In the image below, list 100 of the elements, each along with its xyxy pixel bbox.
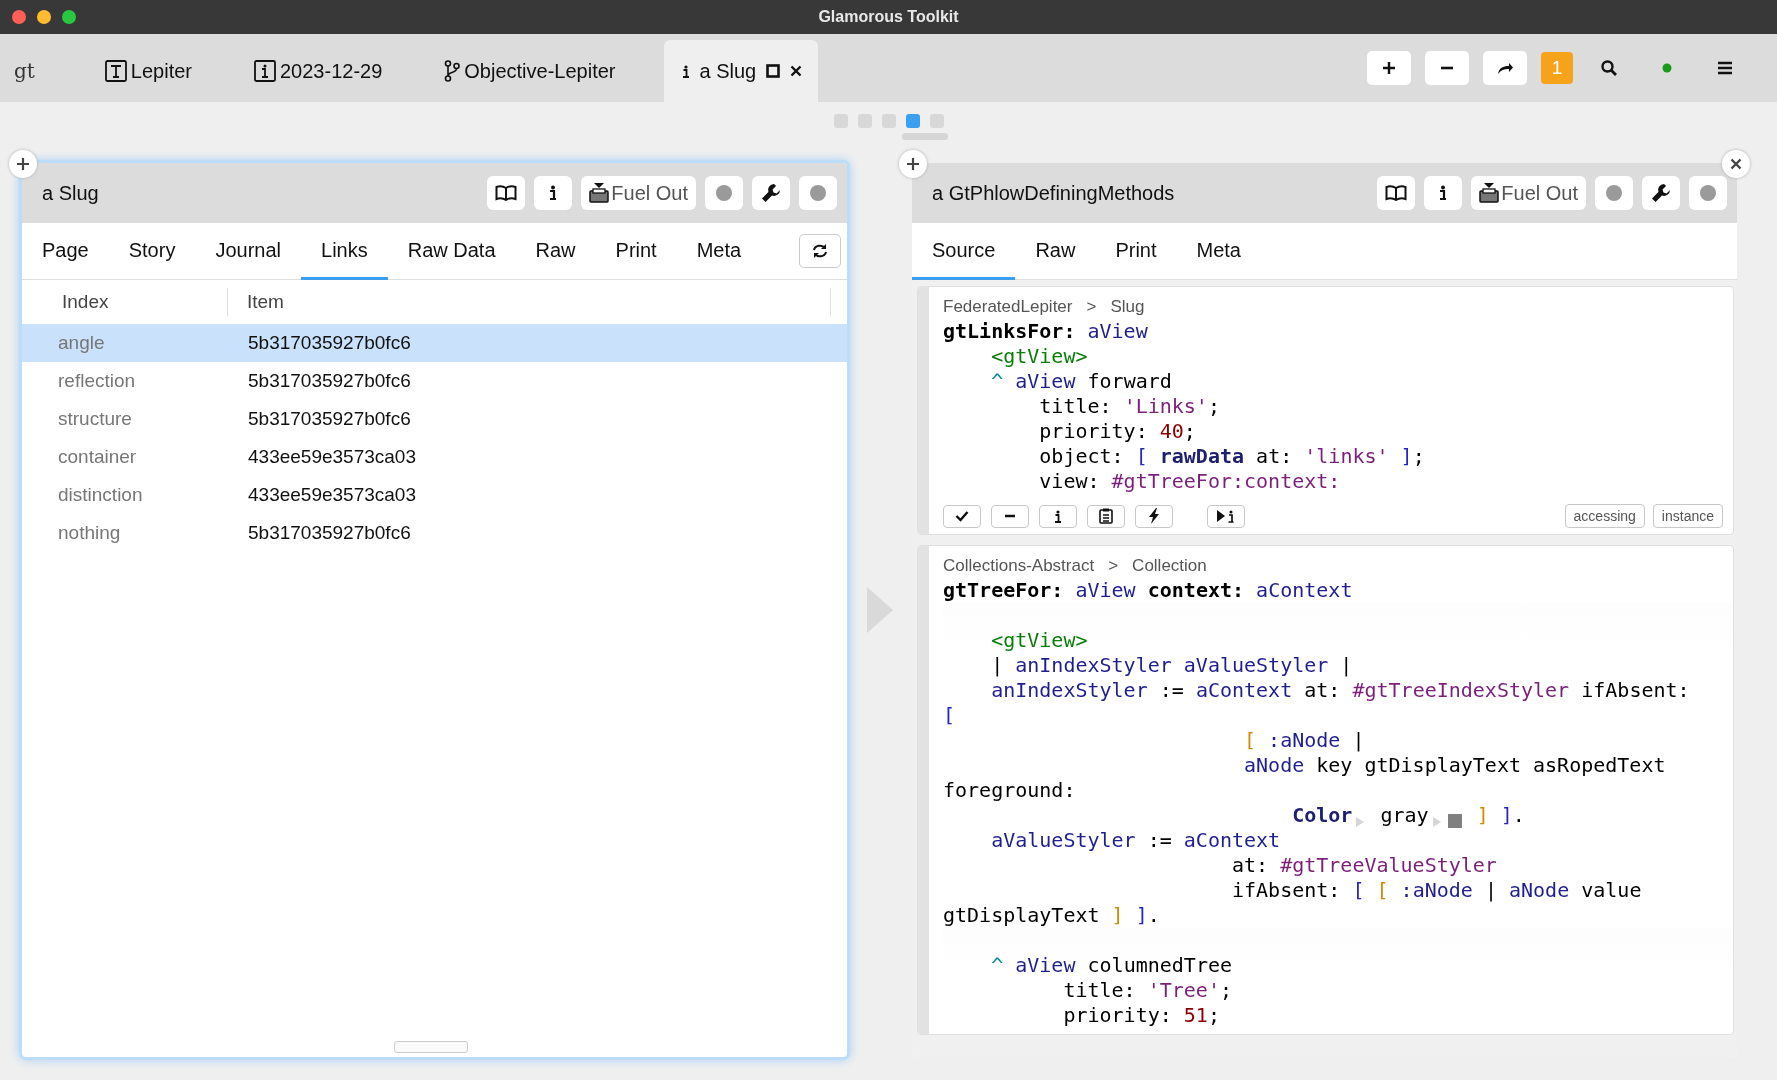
add-pane-button[interactable] [9,150,37,178]
view-tab[interactable]: Meta [676,223,762,280]
pane-title: a Slug [42,181,100,205]
code-line: priority: 51; [1062,1003,1221,1028]
book-icon [495,185,518,201]
branch-icon [444,60,461,82]
code-text: Color [1291,803,1353,828]
close-pane-button[interactable] [1722,150,1750,178]
close-icon[interactable] [790,65,803,77]
breadcrumb-separator: > [1108,556,1119,576]
wrench-button[interactable] [1642,176,1680,210]
code-line: foreground: [943,778,1077,803]
share-button[interactable] [1483,51,1527,85]
code-line: <gtView> [990,344,1089,369]
code-line: at: #gtTreeValueStyler [1231,853,1498,878]
view-tab[interactable]: Links [301,223,388,280]
circle-button[interactable] [1595,176,1633,210]
item-cell-text: 5b317035927b0fc6 [247,522,412,544]
view-tab[interactable]: Meta [1176,223,1261,280]
code-line: aValueStyler := aContext [990,828,1282,853]
table-row[interactable]: reflection 5b317035927b0fc6 [22,362,847,400]
tab[interactable]: Objective-Lepiter [430,40,630,102]
item-cell-text: 433ee59e3573ca03 [247,484,417,506]
logo-tab[interactable]: gt [0,40,57,102]
add-button[interactable] [1367,51,1411,85]
copy-button[interactable] [1087,504,1125,528]
item-cell-text: 5b317035927b0fc6 [247,408,412,430]
tray-download-icon [1479,182,1500,204]
view-tab[interactable]: Page [22,223,109,280]
book-button[interactable] [487,176,526,210]
selected-row[interactable]: angle 5b317035927b0fc6 [22,324,847,362]
table-row[interactable]: container 433ee59e3573ca03 [22,438,847,476]
inspect-button[interactable] [1039,504,1077,528]
scroll-handle[interactable] [901,133,948,140]
code-line: [ :aNode | [1243,728,1366,753]
wrench-button[interactable] [752,176,790,210]
square-icon[interactable] [766,64,781,78]
view-tab[interactable]: Print [595,223,677,280]
run-button[interactable] [1135,504,1173,528]
circle-icon [715,184,733,202]
view-tab[interactable]: Raw Data [387,223,516,280]
tag-label[interactable]: accessing [1564,504,1645,528]
expand-triangle-icon [1431,816,1442,828]
remove-button[interactable] [991,504,1029,528]
code-line: [ [943,703,957,728]
search-icon[interactable] [1600,59,1618,77]
info-button[interactable] [534,176,573,210]
clipboard-icon [1099,508,1113,524]
scroll-handle[interactable] [394,1041,468,1053]
info-icon [681,64,690,78]
table-row[interactable]: distinction 433ee59e3573ca03 [22,476,847,514]
column-header[interactable]: Item [228,288,831,316]
class-label: Slug [1110,297,1145,317]
add-pane-button[interactable] [899,150,927,178]
info-box-icon [254,60,276,82]
fuel-out-button[interactable]: Fuel Out [581,176,696,210]
refresh-icon [811,243,829,259]
info-icon [548,185,559,201]
logo-label: gt [14,59,35,83]
circle-button[interactable] [799,176,837,210]
code-line: priority: 40; [1038,419,1197,444]
view-tab[interactable]: Print [1095,223,1177,280]
close-window-button[interactable] [12,10,26,24]
debug-button[interactable] [1207,504,1245,528]
index-cell-text: reflection [57,370,137,392]
package-label: Collections-Abstract [943,556,1095,576]
item-cell-text: 5b317035927b0fc6 [247,332,412,354]
tab-label: Lepiter [130,59,192,83]
tab[interactable]: a Slug [663,40,819,102]
tab-label: Objective-Lepiter [464,59,616,83]
tab[interactable]: 2023-12-29 [240,40,397,102]
code-line: title: 'Tree'; [1062,978,1233,1003]
circle-button[interactable] [705,176,743,210]
wrench-icon [1650,182,1672,204]
table-row[interactable]: nothing 5b317035927b0fc6 [22,514,847,552]
accept-button[interactable] [943,504,981,528]
info-button[interactable] [1424,176,1463,210]
tab[interactable]: Lepiter [90,40,206,102]
info-icon [1054,509,1062,523]
minimize-window-button[interactable] [37,10,51,24]
column-header[interactable]: Index [22,288,228,316]
code-line: title: 'Links'; [1038,394,1221,419]
table-row[interactable]: structure 5b317035927b0fc6 [22,400,847,438]
view-tab[interactable]: Journal [195,223,301,280]
book-button[interactable] [1377,176,1416,210]
view-tab[interactable]: Story [108,223,196,280]
page-icon [104,60,127,82]
view-tab[interactable]: Raw [1015,223,1096,280]
index-cell-text: distinction [57,484,144,506]
menu-icon[interactable] [1717,61,1733,75]
code-line: gtDisplayText ] ]. [943,903,1161,928]
refresh-button[interactable] [799,234,841,268]
code-text: gray [1379,803,1429,828]
color-swatch-icon [1447,814,1462,828]
minus-icon [1004,514,1016,518]
tag-label[interactable]: instance [1652,504,1723,528]
fuel-out-button[interactable]: Fuel Out [1471,176,1586,210]
zoom-window-button[interactable] [62,10,76,24]
view-tab[interactable]: Raw [515,223,596,280]
check-icon [955,510,969,522]
